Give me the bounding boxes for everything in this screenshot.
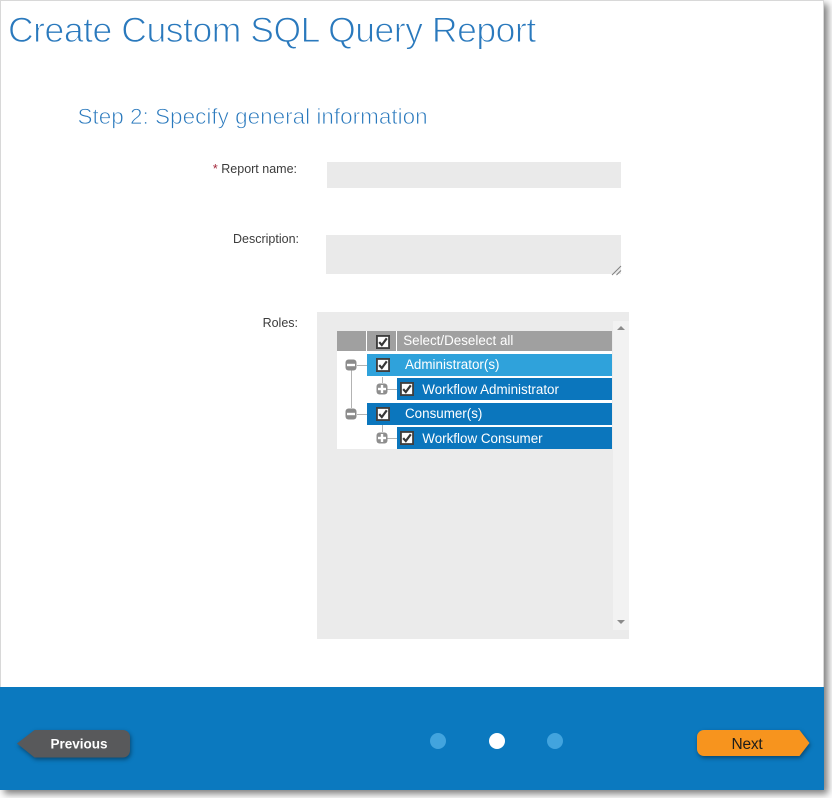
svg-text:Next: Next [731, 736, 763, 753]
svg-text:Previous: Previous [50, 736, 107, 751]
